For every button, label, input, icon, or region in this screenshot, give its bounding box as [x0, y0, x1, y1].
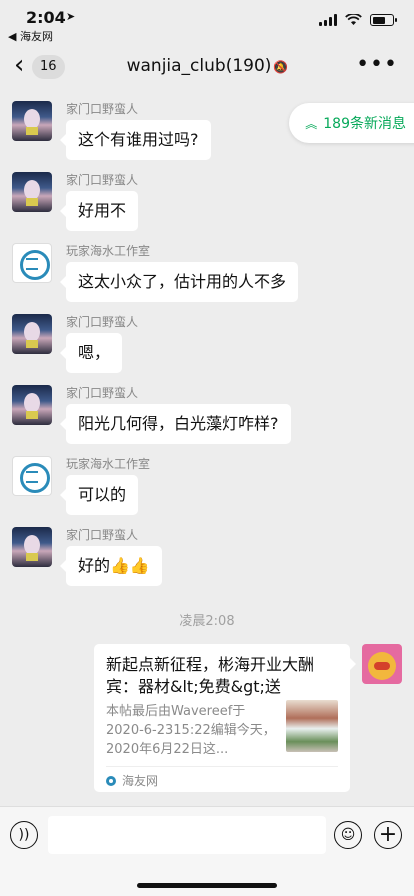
avatar[interactable]	[12, 172, 52, 212]
avatar[interactable]	[12, 456, 52, 496]
link-card[interactable]: 新起点新征程，彬海开业大酬宾：器材&lt;免费&gt;送 本帖最后由Wavere…	[94, 644, 356, 792]
new-messages-label: 189条新消息	[323, 116, 406, 132]
link-card-thumbnail	[286, 700, 338, 752]
message-timestamp: 凌晨2:08	[179, 614, 235, 629]
sender-name: 家门口野蛮人	[66, 102, 139, 116]
battery-icon	[370, 14, 397, 26]
location-arrow-icon: ➤	[66, 10, 76, 23]
message-item: 家门口野蛮人 好用不	[12, 172, 139, 231]
sender-name: 家门口野蛮人	[66, 315, 139, 329]
my-avatar[interactable]	[362, 644, 402, 684]
message-bubble[interactable]: 阳光几何得，白光藻灯咋样?	[60, 404, 291, 444]
more-dots-icon[interactable]: •••	[356, 52, 398, 77]
status-bar: 2:04 ➤ ◀ 海友网	[0, 0, 414, 44]
avatar[interactable]	[12, 314, 52, 354]
chat-title: wanjia_club(190) 🔕	[0, 56, 414, 76]
status-icons	[319, 14, 397, 26]
message-input[interactable]	[48, 816, 326, 854]
back-to-app-link[interactable]: ◀ 海友网	[8, 28, 53, 44]
avatar[interactable]	[12, 527, 52, 567]
message-bubble[interactable]: 好用不	[59, 191, 139, 231]
avatar[interactable]	[12, 101, 52, 141]
message-bubble[interactable]: 这太小众了，估计用的人不多	[59, 262, 299, 302]
message-item: 玩家海水工作室 可以的	[12, 456, 150, 515]
new-messages-button[interactable]: ︽ 189条新消息	[289, 103, 414, 143]
message-item: 家门口野蛮人 这个有谁用过吗?	[12, 101, 211, 160]
link-card-source: 海友网	[106, 772, 158, 789]
input-bar: )) ☺ +	[0, 806, 414, 896]
sender-name: 家门口野蛮人	[66, 386, 139, 400]
message-item: 家门口野蛮人 阳光几何得，白光藻灯咋样?	[12, 385, 291, 444]
message-item: 家门口野蛮人 嗯，	[12, 314, 138, 373]
chat-title-text: wanjia_club(190)	[126, 56, 272, 76]
link-card-description: 本帖最后由Wavereef于2020-6-2315:22编辑今天，2020年6月…	[106, 704, 276, 757]
mute-bell-icon: 🔕	[273, 60, 289, 74]
status-time: 2:04	[26, 8, 66, 27]
voice-input-icon[interactable]: ))	[10, 821, 38, 849]
cellular-signal-icon	[319, 14, 337, 26]
message-bubble[interactable]: 这个有谁用过吗?	[60, 120, 211, 160]
chat-header: ‹ 16 wanjia_club(190) 🔕 •••	[0, 44, 414, 88]
avatar[interactable]	[12, 385, 52, 425]
message-item: 玩家海水工作室 这太小众了，估计用的人不多	[12, 243, 299, 302]
source-logo-icon	[106, 775, 116, 786]
sender-name: 玩家海水工作室	[66, 457, 151, 471]
link-card-source-label: 海友网	[122, 774, 159, 788]
double-chevron-up-icon: ︽	[305, 116, 318, 131]
message-item: 家门口野蛮人 好的👍👍	[12, 527, 162, 586]
divider	[106, 766, 338, 767]
sender-name: 家门口野蛮人	[66, 173, 139, 187]
message-bubble[interactable]: 可以的	[59, 475, 139, 515]
message-bubble[interactable]: 好的👍👍	[60, 546, 162, 586]
emoji-icon[interactable]: ☺	[334, 821, 362, 849]
wifi-icon	[345, 14, 362, 25]
home-indicator[interactable]	[137, 883, 277, 888]
message-bubble[interactable]: 嗯，	[59, 333, 123, 373]
avatar[interactable]	[12, 243, 52, 283]
sender-name: 家门口野蛮人	[66, 528, 139, 542]
plus-icon[interactable]: +	[374, 821, 402, 849]
sender-name: 玩家海水工作室	[66, 244, 151, 258]
link-card-title: 新起点新征程，彬海开业大酬宾：器材&lt;免费&gt;送	[106, 655, 315, 696]
